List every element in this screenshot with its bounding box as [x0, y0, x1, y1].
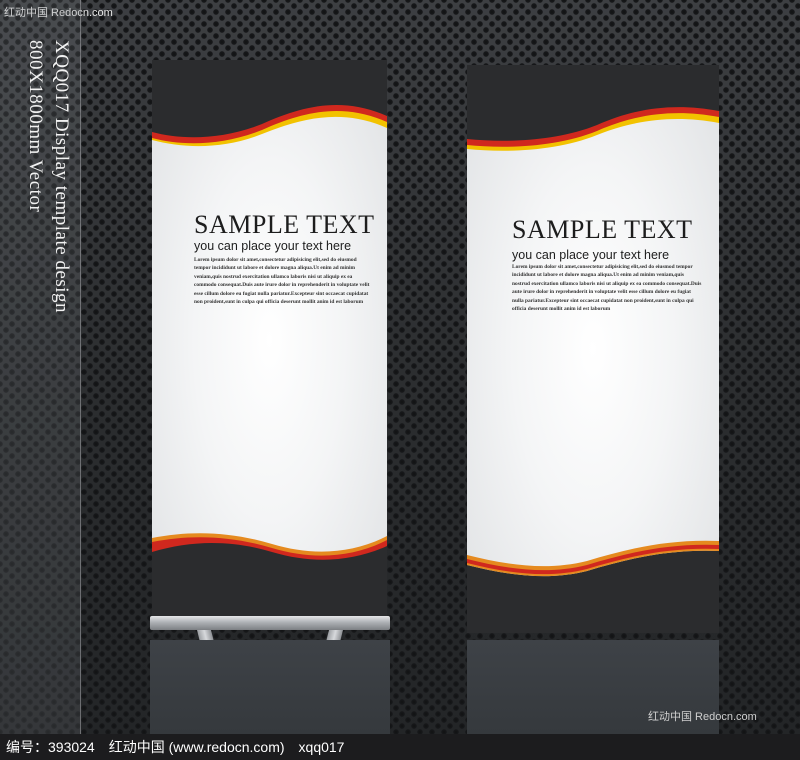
side-label-line-1: XQQ017 Display template design: [51, 40, 72, 314]
banner-left-heading: SAMPLE TEXT: [194, 210, 375, 239]
banner-right-subheading: you can place your text here: [512, 248, 670, 262]
footer-site-link[interactable]: 红动中国 (www.redocn.com): [109, 737, 285, 757]
watermark-bottom: 红动中国 Redocn.com: [648, 711, 757, 723]
banner-right: SAMPLE TEXT you can place your text here…: [467, 65, 719, 633]
floor-panel-left: [150, 640, 390, 734]
side-label: XQQ017 Display template design 800X1800m…: [18, 40, 74, 440]
banner-right-heading: SAMPLE TEXT: [512, 215, 693, 244]
banner-right-waves: [467, 65, 719, 633]
banner-right-body: Lorem ipsum dolor sit amet,consectetur a…: [512, 264, 702, 313]
banner-left-waves: [152, 60, 387, 620]
side-label-line-2: 800X1800mm Vector: [25, 40, 46, 213]
banner-left-subheading: you can place your text here: [194, 239, 352, 253]
footer-code: xqq017: [298, 739, 345, 755]
footer-bar: 编号：393024 红动中国 (www.redocn.com) xqq017: [0, 734, 800, 760]
footer-id: 编号：393024: [6, 739, 95, 755]
side-label-strip: XQQ017 Display template design 800X1800m…: [0, 0, 81, 734]
rollup-stand-base: [150, 616, 390, 630]
banner-left: SAMPLE TEXT you can place your text here…: [152, 60, 387, 620]
banner-left-body: Lorem ipsum dolor sit amet,consectetur a…: [194, 257, 370, 306]
